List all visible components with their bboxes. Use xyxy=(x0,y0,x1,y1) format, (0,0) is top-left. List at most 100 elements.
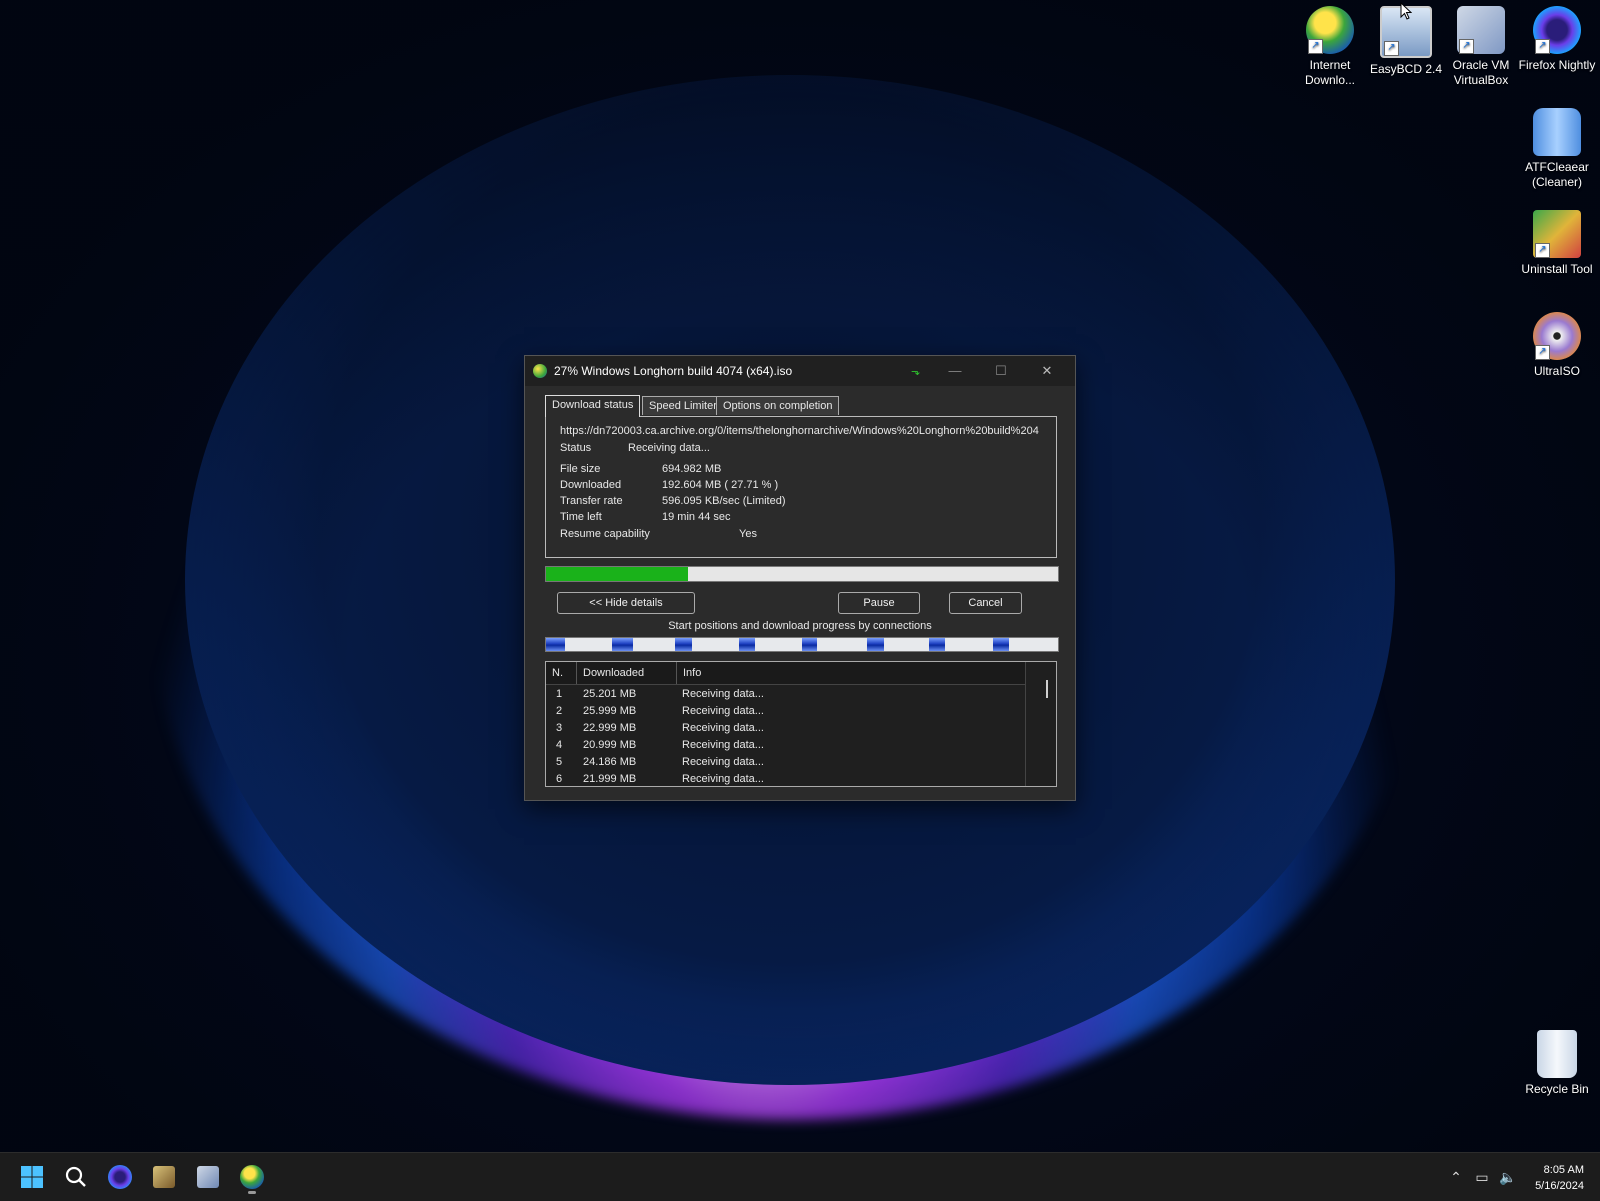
tab-speed-limiter[interactable]: Speed Limiter xyxy=(642,396,724,415)
connection-segment xyxy=(675,638,692,651)
desktop-icon-virtualbox[interactable]: ↗ Oracle VM VirtualBox xyxy=(1441,2,1521,88)
taskbar-virtualbox[interactable] xyxy=(192,1161,224,1193)
desktop-icon-label: Uninstall Tool xyxy=(1521,262,1593,276)
clock-date: 5/16/2024 xyxy=(1535,1180,1584,1192)
download-dialog: 27% Windows Longhorn build 4074 (x64).is… xyxy=(524,355,1076,801)
row-info: Receiving data... xyxy=(682,773,764,785)
column-header-downloaded[interactable]: Downloaded xyxy=(577,662,677,684)
firefox-nightly-icon: ↗ xyxy=(1533,6,1581,54)
recycle-bin-icon xyxy=(1537,1030,1577,1078)
uninstall-tool-icon: ↗ xyxy=(1533,210,1581,258)
hide-details-button[interactable]: << Hide details xyxy=(557,592,695,614)
close-button[interactable]: ✕ xyxy=(1029,360,1065,382)
start-button[interactable] xyxy=(16,1161,48,1193)
maximize-button[interactable]: ☐ xyxy=(983,360,1019,382)
desktop-icon-label: Internet Downlo... xyxy=(1304,58,1356,87)
network-icon[interactable]: ▭ xyxy=(1472,1167,1492,1187)
row-downloaded: 24.186 MB xyxy=(583,756,637,768)
file-size-value: 694.982 MB xyxy=(662,463,722,475)
table-row[interactable]: 1 25.201 MB Receiving data... xyxy=(546,686,1026,703)
row-info: Receiving data... xyxy=(682,739,764,751)
search-icon xyxy=(65,1166,86,1187)
atfcleaner-icon xyxy=(1533,108,1581,156)
status-value: Receiving data... xyxy=(628,442,710,454)
row-downloaded: 22.999 MB xyxy=(583,722,637,734)
chevron-up-icon[interactable]: ⌃ xyxy=(1446,1167,1466,1187)
desktop-icon-ultraiso[interactable]: ↗ UltraISO xyxy=(1517,308,1597,379)
scrollbar-thumb[interactable] xyxy=(1046,680,1048,698)
row-number: 4 xyxy=(556,739,563,751)
desktop-icon-firefox-nightly[interactable]: ↗ Firefox Nightly xyxy=(1517,2,1597,73)
taskbar: ⌃ ▭ 🔈 8:05 AM 5/16/2024 xyxy=(0,1152,1600,1201)
volume-mute-icon[interactable]: 🔈 xyxy=(1498,1167,1518,1187)
pause-button[interactable]: Pause xyxy=(838,592,920,614)
table-row[interactable]: 2 25.999 MB Receiving data... xyxy=(546,703,1026,720)
desktop-icon-label: EasyBCD 2.4 xyxy=(1369,62,1443,76)
tab-download-status[interactable]: Download status xyxy=(545,395,641,417)
connection-segment xyxy=(739,638,755,651)
row-number: 5 xyxy=(556,756,563,768)
table-row[interactable]: 5 24.186 MB Receiving data... xyxy=(546,754,1026,771)
desktop-icon-idm[interactable]: ↗ Internet Downlo... xyxy=(1290,2,1370,88)
resume-capability-value: Yes xyxy=(739,528,757,540)
download-progress-bar xyxy=(545,566,1059,582)
ultraiso-icon: ↗ xyxy=(1533,312,1581,360)
desktop-icon-recycle-bin[interactable]: Recycle Bin xyxy=(1517,1026,1597,1097)
clock-time: 8:05 AM xyxy=(1543,1164,1584,1176)
downloaded-label: Downloaded xyxy=(560,479,622,491)
cancel-button[interactable]: Cancel xyxy=(949,592,1022,614)
taskbar-easybcd[interactable] xyxy=(148,1161,180,1193)
desktop-icon-label: Recycle Bin xyxy=(1525,1082,1589,1096)
row-number: 3 xyxy=(556,722,563,734)
row-info: Receiving data... xyxy=(682,688,764,700)
running-indicator xyxy=(248,1191,256,1194)
table-row[interactable]: 4 20.999 MB Receiving data... xyxy=(546,737,1026,754)
download-progress-fill xyxy=(546,567,688,581)
row-number: 1 xyxy=(556,688,563,700)
connection-segment xyxy=(802,638,817,651)
row-info: Receiving data... xyxy=(682,756,764,768)
transfer-rate-label: Transfer rate xyxy=(560,495,623,507)
table-row[interactable]: 3 22.999 MB Receiving data... xyxy=(546,720,1026,737)
desktop-icon-atfcleaner[interactable]: ATFCleaear (Cleaner) xyxy=(1517,104,1597,190)
connection-segment xyxy=(929,638,945,651)
idm-download-arrow-icon: ⬎ xyxy=(911,366,921,378)
dialog-title: 27% Windows Longhorn build 4074 (x64).is… xyxy=(554,364,793,378)
connections-progress-label: Start positions and download progress by… xyxy=(668,620,932,632)
connection-segment xyxy=(546,638,565,651)
desktop-icon-label: UltraISO xyxy=(1533,364,1580,378)
table-row[interactable]: 6 21.999 MB Receiving data... xyxy=(546,771,1026,786)
taskbar-clock[interactable]: 8:05 AM 5/16/2024 xyxy=(1535,1162,1584,1194)
minimize-button[interactable]: — xyxy=(937,360,973,382)
mouse-cursor-icon xyxy=(1400,2,1412,20)
connections-progress-bar xyxy=(545,637,1059,652)
taskbar-idm[interactable] xyxy=(236,1161,268,1194)
row-downloaded: 25.999 MB xyxy=(583,705,637,717)
search-button[interactable] xyxy=(60,1161,92,1193)
column-header-n[interactable]: N. xyxy=(546,662,577,684)
resume-capability-label: Resume capability xyxy=(560,528,650,540)
connections-table-header: N. Downloaded Info xyxy=(546,662,1026,685)
download-url: https://dn720003.ca.archive.org/0/items/… xyxy=(560,425,1039,437)
row-info: Receiving data... xyxy=(682,722,764,734)
row-downloaded: 20.999 MB xyxy=(583,739,637,751)
connections-table: N. Downloaded Info 1 25.201 MB Receiving… xyxy=(545,661,1057,787)
easybcd-icon xyxy=(153,1166,175,1188)
virtualbox-icon xyxy=(197,1166,219,1188)
row-number: 2 xyxy=(556,705,563,717)
row-downloaded: 25.201 MB xyxy=(583,688,637,700)
transfer-rate-value: 596.095 KB/sec (Limited) xyxy=(662,495,786,507)
status-label: Status xyxy=(560,442,592,454)
virtualbox-icon: ↗ xyxy=(1457,6,1505,54)
taskbar-firefox-nightly[interactable] xyxy=(104,1161,136,1193)
idm-icon: ↗ xyxy=(1306,6,1354,54)
table-scrollbar[interactable] xyxy=(1025,662,1056,786)
start-icon xyxy=(21,1166,43,1188)
column-header-info[interactable]: Info xyxy=(677,662,1026,684)
file-size-label: File size xyxy=(560,463,601,475)
firefox-nightly-icon xyxy=(108,1165,132,1189)
connection-segment xyxy=(993,638,1009,651)
dialog-titlebar[interactable]: 27% Windows Longhorn build 4074 (x64).is… xyxy=(525,356,1075,386)
desktop-icon-uninstall-tool[interactable]: ↗ Uninstall Tool xyxy=(1517,206,1597,277)
tab-options-on-completion[interactable]: Options on completion xyxy=(716,396,840,415)
